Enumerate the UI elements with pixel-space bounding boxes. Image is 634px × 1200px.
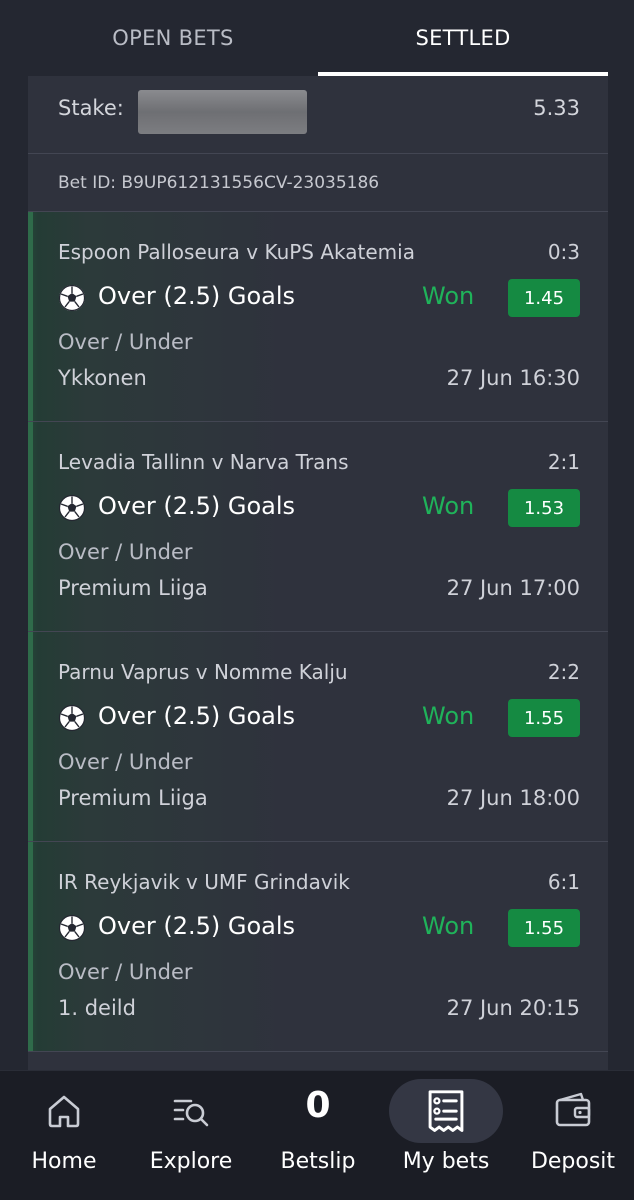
soccer-ball-icon	[58, 914, 86, 942]
leg-odds: 1.55	[508, 699, 580, 737]
bet-leg[interactable]: Parnu Vaprus v Nomme Kalju 2:2 Over (2.5…	[28, 632, 608, 842]
bet-id-row: Bet ID: B9UP612131556CV-23035186	[28, 154, 608, 212]
leg-odds: 1.55	[508, 909, 580, 947]
betslip-count: 0	[305, 1085, 331, 1126]
nav-explore[interactable]: Explore	[128, 1071, 254, 1189]
soccer-ball-icon	[58, 284, 86, 312]
soccer-ball-icon	[58, 704, 86, 732]
leg-score: 6:1	[547, 870, 580, 894]
leg-score: 2:1	[547, 450, 580, 474]
leg-score: 0:3	[547, 240, 580, 264]
leg-league: 1. deild	[58, 996, 136, 1020]
redacted-stake-area	[138, 90, 307, 134]
bet-leg[interactable]: Espoon Palloseura v KuPS Akatemia 0:3 Ov…	[28, 212, 608, 422]
leg-status-badge: Won	[422, 282, 475, 310]
leg-market-type: Over / Under	[58, 960, 193, 984]
leg-teams: Parnu Vaprus v Nomme Kalju	[58, 660, 348, 684]
leg-status-badge: Won	[422, 912, 475, 940]
bottom-navigation: Home Explore 0 Betslip My bets Deposit	[0, 1070, 634, 1200]
tab-open-bets[interactable]: OPEN BETS	[28, 0, 318, 76]
leg-status-badge: Won	[422, 492, 475, 520]
leg-market: Over (2.5) Goals	[98, 912, 296, 940]
leg-kickoff-time: 27 Jun 20:15	[446, 996, 580, 1020]
nav-betslip[interactable]: 0 Betslip	[255, 1071, 381, 1189]
leg-market-type: Over / Under	[58, 330, 193, 354]
system-bar	[0, 1188, 634, 1200]
leg-market-type: Over / Under	[58, 540, 193, 564]
nav-my-bets[interactable]: My bets	[383, 1071, 509, 1189]
leg-market: Over (2.5) Goals	[98, 492, 296, 520]
explore-search-icon	[173, 1099, 209, 1127]
leg-teams: IR Reykjavik v UMF Grindavik	[58, 870, 350, 894]
leg-market: Over (2.5) Goals	[98, 282, 296, 310]
leg-odds: 1.45	[508, 279, 580, 317]
soccer-ball-icon	[58, 494, 86, 522]
leg-score: 2:2	[547, 660, 580, 684]
leg-league: Premium Liiga	[58, 576, 208, 600]
settled-bet-card: Stake: 5.33 Bet ID: B9UP612131556CV-2303…	[28, 76, 608, 1200]
nav-deposit[interactable]: Deposit	[510, 1071, 634, 1189]
wallet-icon	[555, 1092, 591, 1127]
leg-kickoff-time: 27 Jun 18:00	[446, 786, 580, 810]
stake-label: Stake:	[58, 96, 124, 120]
bet-tabs: OPEN BETS SETTLED	[0, 0, 634, 76]
nav-explore-label: Explore	[149, 1149, 233, 1174]
bet-id: Bet ID: B9UP612131556CV-23035186	[58, 173, 380, 193]
leg-status-badge: Won	[422, 702, 475, 730]
leg-kickoff-time: 27 Jun 17:00	[446, 576, 580, 600]
leg-kickoff-time: 27 Jun 16:30	[446, 366, 580, 390]
bet-leg[interactable]: Levadia Tallinn v Narva Trans 2:1 Over (…	[28, 422, 608, 632]
home-icon	[48, 1095, 80, 1128]
leg-teams: Levadia Tallinn v Narva Trans	[58, 450, 349, 474]
leg-odds: 1.53	[508, 489, 580, 527]
leg-market-type: Over / Under	[58, 750, 193, 774]
nav-deposit-label: Deposit	[530, 1149, 616, 1174]
nav-home-label: Home	[31, 1149, 97, 1174]
stake-value: 5.33	[533, 96, 580, 120]
tab-settled[interactable]: SETTLED	[318, 0, 608, 76]
receipt-list-icon	[428, 1090, 464, 1132]
nav-my-bets-label: My bets	[402, 1149, 490, 1174]
leg-teams: Espoon Palloseura v KuPS Akatemia	[58, 240, 415, 264]
nav-betslip-label: Betslip	[280, 1149, 356, 1174]
nav-home[interactable]: Home	[1, 1071, 127, 1189]
leg-league: Ykkonen	[58, 366, 147, 390]
leg-market: Over (2.5) Goals	[98, 702, 296, 730]
leg-league: Premium Liiga	[58, 786, 208, 810]
bet-leg[interactable]: IR Reykjavik v UMF Grindavik 6:1 Over (2…	[28, 842, 608, 1052]
stake-row: Stake: 5.33	[28, 76, 608, 154]
